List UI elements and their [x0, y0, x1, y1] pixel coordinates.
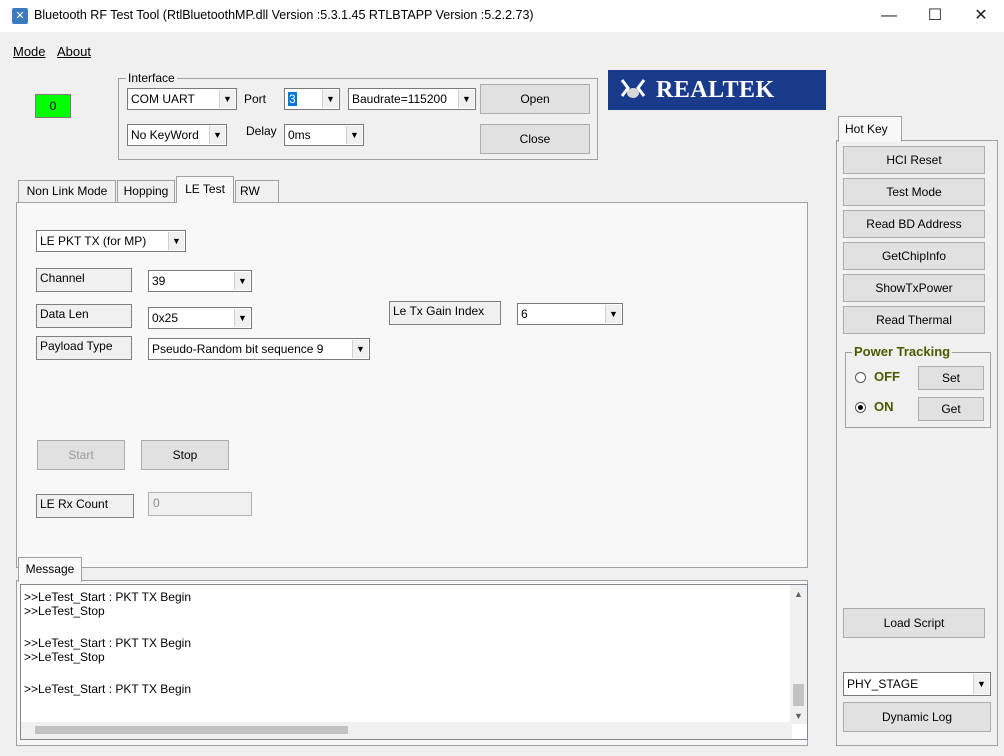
start-button[interactable]: Start: [37, 440, 125, 470]
le-mode-select[interactable]: LE PKT TX (for MP) ▼: [36, 230, 186, 252]
get-chip-info-button[interactable]: GetChipInfo: [843, 242, 985, 270]
chevron-down-icon: ▼: [234, 272, 250, 290]
power-tracking-label: Power Tracking: [852, 344, 953, 359]
dynamic-log-button[interactable]: Dynamic Log: [843, 702, 991, 732]
vertical-scroll-thumb[interactable]: [793, 684, 804, 706]
gain-index-value: 6: [521, 307, 528, 321]
test-mode-button[interactable]: Test Mode: [843, 178, 985, 206]
tab-rw[interactable]: RW: [235, 180, 279, 202]
menu-mode-label: Mode: [13, 44, 46, 59]
port-value: 3: [288, 92, 297, 106]
power-tracking-on-radio[interactable]: [855, 402, 866, 413]
delay-select[interactable]: 0ms ▼: [284, 124, 364, 146]
le-mode-value: LE PKT TX (for MP): [40, 234, 147, 248]
interface-type-select[interactable]: COM UART ▼: [127, 88, 237, 110]
show-tx-power-button[interactable]: ShowTxPower: [843, 274, 985, 302]
le-rx-count-field[interactable]: 0: [148, 492, 252, 516]
power-tracking-off-radio[interactable]: [855, 372, 866, 383]
logo-text: REALTEK: [656, 77, 775, 103]
stage-value: PHY_STAGE: [847, 677, 919, 691]
chevron-down-icon: ▼: [322, 90, 338, 108]
chevron-down-icon: ▼: [209, 126, 225, 144]
keyword-select[interactable]: No KeyWord ▼: [127, 124, 227, 146]
scroll-down-icon[interactable]: ▼: [794, 711, 803, 721]
crab-logo-icon: [620, 79, 646, 98]
chevron-down-icon: ▼: [973, 674, 989, 694]
gain-index-label: Le Tx Gain Index: [389, 301, 501, 325]
channel-value: 39: [152, 274, 166, 288]
chevron-down-icon: ▼: [605, 305, 621, 323]
chevron-down-icon: ▼: [234, 309, 250, 327]
channel-select[interactable]: 39 ▼: [148, 270, 252, 292]
baudrate-value: Baudrate=115200: [352, 92, 447, 106]
tab-non-link-mode[interactable]: Non Link Mode: [18, 180, 116, 202]
message-line: >>LeTest_Start : PKT TX Begin: [24, 590, 191, 604]
chevron-down-icon: ▼: [352, 340, 368, 358]
status-indicator: 0: [35, 94, 71, 118]
stage-select[interactable]: PHY_STAGE ▼: [843, 672, 991, 696]
power-tracking-on-label: ON: [874, 399, 894, 414]
port-select[interactable]: 3 ▼: [284, 88, 340, 110]
close-window-button[interactable]: ✕: [958, 0, 1004, 32]
horizontal-scrollbar[interactable]: [21, 722, 792, 739]
realtek-logo: REALTEK: [608, 70, 826, 110]
message-line: >>LeTest_Stop: [24, 650, 105, 664]
stop-button[interactable]: Stop: [141, 440, 229, 470]
interface-type-value: COM UART: [131, 92, 195, 106]
title-bar: ✕ Bluetooth RF Test Tool (RtlBluetoothMP…: [0, 0, 1004, 32]
menu-mode[interactable]: Mode: [13, 44, 46, 59]
hci-reset-button[interactable]: HCI Reset: [843, 146, 985, 174]
chevron-down-icon: ▼: [219, 90, 235, 108]
le-test-panel: [16, 202, 808, 568]
load-script-button[interactable]: Load Script: [843, 608, 985, 638]
minimize-button[interactable]: —: [866, 0, 912, 32]
data-len-select[interactable]: 0x25 ▼: [148, 307, 252, 329]
tab-message[interactable]: Message: [18, 557, 82, 582]
tab-hot-key[interactable]: Hot Key: [838, 116, 902, 142]
maximize-button[interactable]: ☐: [912, 0, 958, 32]
channel-label: Channel: [36, 268, 132, 292]
close-button[interactable]: Close: [480, 124, 590, 154]
interface-group-label: Interface: [126, 71, 177, 85]
le-rx-count-label: LE Rx Count: [36, 494, 134, 518]
port-label: Port: [244, 92, 267, 106]
message-line: >>LeTest_Start : PKT TX Begin: [24, 636, 191, 650]
menu-about[interactable]: About: [57, 44, 91, 59]
power-tracking-set-button[interactable]: Set: [918, 366, 984, 390]
scroll-up-icon[interactable]: ▲: [794, 589, 803, 599]
window-title: Bluetooth RF Test Tool (RtlBluetoothMP.d…: [34, 8, 534, 22]
message-log[interactable]: >>LeTest_Start : PKT TX Begin >>LeTest_S…: [20, 584, 808, 740]
message-line: >>LeTest_Start : PKT TX Begin: [24, 682, 191, 696]
power-tracking-off-label: OFF: [874, 369, 900, 384]
data-len-label: Data Len: [36, 304, 132, 328]
baudrate-select[interactable]: Baudrate=115200 ▼: [348, 88, 476, 110]
keyword-value: No KeyWord: [131, 128, 199, 142]
tab-le-test[interactable]: LE Test: [176, 176, 234, 203]
horizontal-scroll-thumb[interactable]: [35, 726, 348, 734]
payload-type-label: Payload Type: [36, 336, 132, 360]
vertical-scrollbar[interactable]: ▲ ▼: [790, 585, 807, 724]
delay-value: 0ms: [288, 128, 311, 142]
gain-index-select[interactable]: 6 ▼: [517, 303, 623, 325]
payload-type-value: Pseudo-Random bit sequence 9: [152, 342, 324, 356]
chevron-down-icon: ▼: [168, 232, 184, 250]
delay-label: Delay: [246, 124, 277, 138]
data-len-value: 0x25: [152, 311, 179, 325]
menu-about-label: About: [57, 44, 91, 59]
app-icon: ✕: [12, 8, 28, 24]
power-tracking-get-button[interactable]: Get: [918, 397, 984, 421]
read-thermal-button[interactable]: Read Thermal: [843, 306, 985, 334]
open-button[interactable]: Open: [480, 84, 590, 114]
read-bd-address-button[interactable]: Read BD Address: [843, 210, 985, 238]
message-line: >>LeTest_Stop: [24, 604, 105, 618]
chevron-down-icon: ▼: [458, 90, 474, 108]
tab-hopping[interactable]: Hopping: [117, 180, 175, 202]
chevron-down-icon: ▼: [346, 126, 362, 144]
payload-type-select[interactable]: Pseudo-Random bit sequence 9 ▼: [148, 338, 370, 360]
